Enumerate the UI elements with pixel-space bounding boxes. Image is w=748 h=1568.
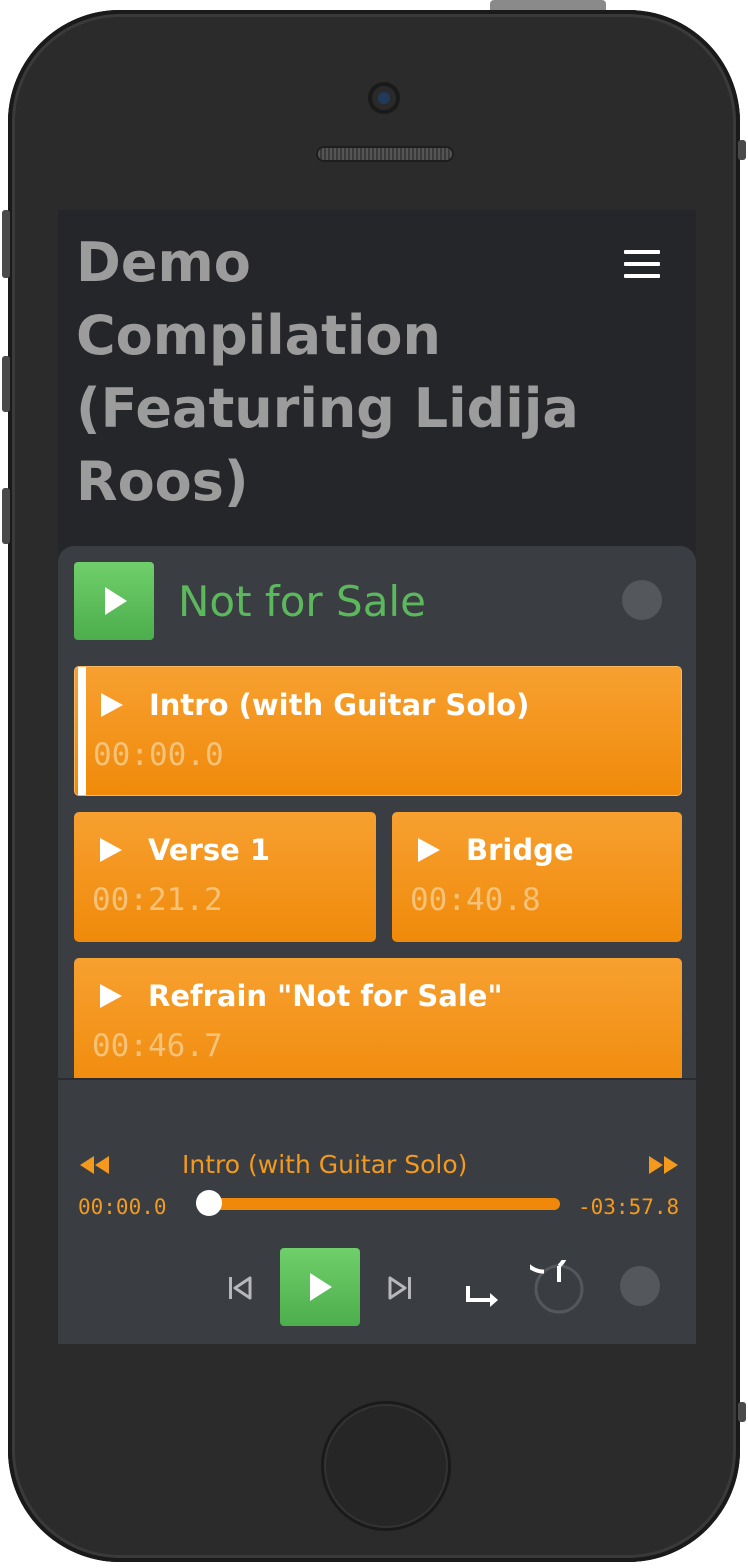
cue-name: Verse 1 [148, 833, 271, 867]
play-icon [310, 1273, 332, 1301]
app-header: Demo Compilation (Featuring Lidija Roos) [58, 210, 696, 546]
cue-time: 00:00.0 [93, 737, 224, 773]
cue-time: 00:46.7 [92, 1028, 223, 1064]
volume-up-button [2, 210, 10, 278]
page-title: Demo Compilation (Featuring Lidija Roos) [76, 231, 579, 513]
cue-button-intro[interactable]: Intro (with Guitar Solo) 00:00.0 [74, 666, 682, 796]
status-dot-icon [620, 1266, 660, 1306]
album-title: Not for Sale [178, 577, 426, 626]
player-bar: Intro (with Guitar Solo) 00:00.0 -03:57.… [58, 1078, 696, 1344]
seek-slider[interactable] [196, 1190, 560, 1216]
side-button-right-lower [738, 1402, 746, 1422]
rewind-icon[interactable] [78, 1154, 112, 1176]
play-icon [418, 838, 440, 862]
play-icon [100, 838, 122, 862]
app-screen: Demo Compilation (Featuring Lidija Roos)… [58, 210, 696, 1344]
cue-name: Bridge [466, 833, 574, 867]
compilation-panel: Not for Sale Intro (with Guitar Solo) 00… [58, 546, 696, 1098]
cue-button-bridge[interactable]: Bridge 00:40.8 [392, 812, 682, 942]
album-play-button[interactable] [74, 562, 154, 640]
elapsed-time: 00:00.0 [78, 1195, 167, 1219]
cue-time: 00:40.8 [410, 882, 541, 918]
cue-time: 00:21.2 [92, 882, 223, 918]
remaining-time: -03:57.8 [578, 1195, 680, 1219]
volume-down-button [2, 356, 10, 412]
play-button[interactable] [280, 1248, 360, 1326]
speaker-grille [318, 148, 452, 160]
front-camera [368, 82, 400, 114]
power-button [490, 0, 606, 10]
hamburger-icon[interactable] [624, 250, 660, 278]
skip-previous-icon[interactable] [226, 1274, 254, 1302]
fade-timer-icon[interactable] [530, 1260, 588, 1318]
cue-name: Refrain "Not for Sale" [148, 979, 503, 1013]
status-dot-icon [622, 580, 662, 620]
side-button-right [738, 140, 746, 160]
fast-forward-icon[interactable] [646, 1154, 680, 1176]
seek-track [196, 1198, 560, 1210]
play-icon [100, 984, 122, 1008]
play-icon [101, 693, 123, 717]
cue-name: Intro (with Guitar Solo) [149, 688, 530, 722]
playhead-marker [78, 667, 86, 795]
home-button[interactable] [324, 1404, 448, 1528]
mute-switch [2, 488, 10, 544]
cue-button-refrain[interactable]: Refrain "Not for Sale" 00:46.7 [74, 958, 682, 1098]
skip-next-icon[interactable] [386, 1274, 414, 1302]
now-playing-title: Intro (with Guitar Solo) [182, 1150, 468, 1179]
autoplay-arrow-icon[interactable] [462, 1276, 502, 1310]
play-icon [105, 587, 127, 615]
seek-handle[interactable] [196, 1190, 222, 1216]
cue-button-verse-1[interactable]: Verse 1 00:21.2 [74, 812, 376, 942]
